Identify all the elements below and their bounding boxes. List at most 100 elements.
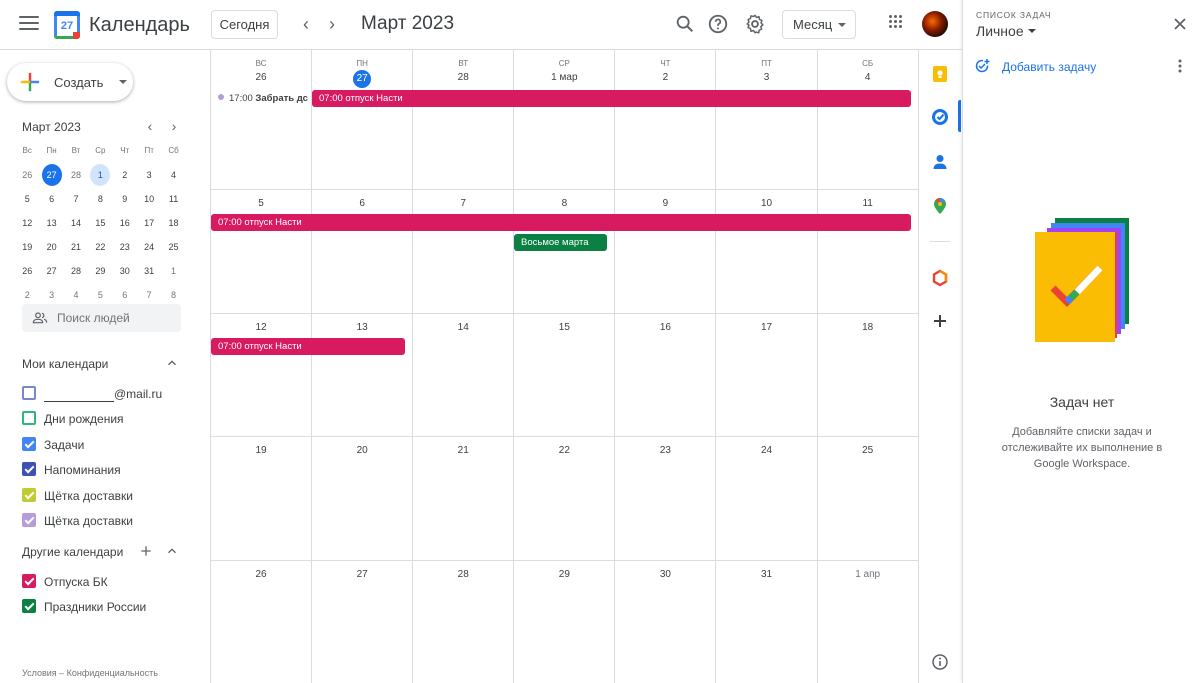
day-cell[interactable]: 1 апр xyxy=(818,561,919,683)
day-cell[interactable]: 23 xyxy=(615,437,717,560)
day-cell[interactable]: 13 xyxy=(312,314,414,436)
mini-day[interactable]: 7 xyxy=(64,188,88,210)
mini-day[interactable]: 26 xyxy=(15,260,39,282)
mini-day[interactable]: 13 xyxy=(39,212,63,234)
account-avatar[interactable] xyxy=(922,11,948,37)
day-cell[interactable]: 20 xyxy=(312,437,414,560)
task-list-selector[interactable]: Личное xyxy=(976,23,1036,39)
mini-day[interactable]: 20 xyxy=(39,236,63,258)
date-number[interactable]: 28 xyxy=(413,72,513,83)
mini-day[interactable]: 19 xyxy=(15,236,39,258)
chevron-up-icon[interactable] xyxy=(165,356,179,370)
mini-day[interactable]: 30 xyxy=(113,260,137,282)
create-button[interactable]: Создать xyxy=(7,63,133,101)
date-number[interactable]: 20 xyxy=(312,445,412,456)
settings-gear-icon[interactable] xyxy=(744,13,766,35)
calendar-checkbox[interactable] xyxy=(22,487,36,502)
date-number[interactable]: 29 xyxy=(514,569,614,580)
mini-day[interactable]: 12 xyxy=(15,212,39,234)
mini-day[interactable]: 22 xyxy=(88,236,112,258)
mini-day[interactable]: 18 xyxy=(161,212,185,234)
day-cell[interactable]: 11 xyxy=(818,190,919,313)
mini-day[interactable]: 15 xyxy=(88,212,112,234)
date-number[interactable]: 28 xyxy=(413,569,513,580)
mini-day[interactable]: 16 xyxy=(113,212,137,234)
date-number[interactable]: 21 xyxy=(413,445,513,456)
day-cell[interactable]: 18 xyxy=(818,314,919,436)
day-cell[interactable]: 5 xyxy=(211,190,313,313)
date-number[interactable]: 23 xyxy=(615,445,715,456)
mini-day[interactable]: 1 xyxy=(90,164,111,186)
main-menu-icon[interactable] xyxy=(18,13,40,35)
day-cell[interactable]: 29 xyxy=(514,561,616,683)
day-cell[interactable]: 22 xyxy=(514,437,616,560)
day-cell[interactable]: ПН 27 xyxy=(312,50,414,189)
keep-icon[interactable] xyxy=(930,64,950,84)
date-number[interactable]: 11 xyxy=(818,198,918,209)
day-cell[interactable]: 25 xyxy=(818,437,919,560)
date-number[interactable]: 3 xyxy=(717,72,817,83)
mini-day[interactable]: 7 xyxy=(137,284,161,306)
mini-day[interactable]: 4 xyxy=(64,284,88,306)
date-number[interactable]: 15 xyxy=(514,322,614,333)
date-number[interactable]: 6 xyxy=(312,198,412,209)
mini-day[interactable]: 1 xyxy=(161,260,185,282)
mini-day[interactable]: 28 xyxy=(64,164,88,186)
date-number[interactable]: 8 xyxy=(514,198,614,209)
date-number[interactable]: 25 xyxy=(818,445,918,456)
day-cell[interactable]: 31 xyxy=(717,561,818,683)
day-cell[interactable]: 26 xyxy=(211,561,313,683)
mini-day[interactable]: 29 xyxy=(88,260,112,282)
date-number[interactable]: 12 xyxy=(211,322,311,333)
calendar-checkbox[interactable] xyxy=(22,436,36,451)
calendar-checkbox[interactable] xyxy=(22,574,36,588)
date-number[interactable]: 26 xyxy=(211,72,311,83)
date-number[interactable]: 5 xyxy=(211,198,311,209)
close-icon[interactable] xyxy=(1172,16,1188,32)
mini-day[interactable]: 3 xyxy=(137,164,161,186)
day-cell[interactable]: 16 xyxy=(615,314,717,436)
mini-day[interactable]: 24 xyxy=(137,236,161,258)
day-cell[interactable]: СБ 4 xyxy=(818,50,919,189)
vacation-event[interactable]: 07:00 отпуск Насти xyxy=(312,90,911,107)
search-icon[interactable] xyxy=(674,13,696,35)
mini-day[interactable]: 11 xyxy=(161,188,185,210)
date-number[interactable]: 1 апр xyxy=(818,569,918,580)
mini-day[interactable]: 6 xyxy=(39,188,63,210)
day-cell[interactable]: 7 xyxy=(413,190,515,313)
day-cell[interactable]: 12 xyxy=(211,314,313,436)
day-cell[interactable]: 14 xyxy=(413,314,515,436)
day-cell[interactable]: 17 xyxy=(717,314,818,436)
info-icon[interactable] xyxy=(930,652,950,672)
day-cell[interactable]: ВТ 28 xyxy=(413,50,515,189)
date-number[interactable]: 19 xyxy=(211,445,311,456)
office-addon-icon[interactable] xyxy=(930,268,950,288)
mini-day[interactable]: 8 xyxy=(161,284,185,306)
mini-day[interactable]: 4 xyxy=(161,164,185,186)
day-cell[interactable]: 24 xyxy=(717,437,818,560)
mini-day[interactable]: 21 xyxy=(64,236,88,258)
other-calendars-title[interactable]: Другие календари xyxy=(22,545,123,559)
day-cell[interactable]: 10 xyxy=(717,190,818,313)
date-number[interactable]: 31 xyxy=(717,569,817,580)
chevron-up-icon[interactable] xyxy=(165,544,179,558)
date-number[interactable]: 24 xyxy=(717,445,817,456)
mini-day[interactable]: 10 xyxy=(137,188,161,210)
date-number[interactable]: 13 xyxy=(312,322,412,333)
mini-next-month-button[interactable]: › xyxy=(166,118,182,134)
holiday-event[interactable]: Восьмое марта xyxy=(514,234,607,251)
date-number[interactable]: 4 xyxy=(818,72,918,83)
calendar-checkbox[interactable] xyxy=(22,599,36,614)
maps-icon[interactable] xyxy=(930,196,950,216)
day-cell[interactable]: 8 xyxy=(514,190,616,313)
date-number[interactable]: 16 xyxy=(615,322,715,333)
date-number[interactable]: 9 xyxy=(615,198,715,209)
day-cell[interactable]: СР 1 мар xyxy=(514,50,616,189)
date-number[interactable]: 27 xyxy=(312,569,412,580)
mini-day[interactable]: 5 xyxy=(88,284,112,306)
prev-period-button[interactable]: ‹ xyxy=(295,13,317,35)
date-number[interactable]: 1 мар xyxy=(514,72,614,83)
today-date-number[interactable]: 27 xyxy=(312,70,412,88)
date-number[interactable]: 10 xyxy=(717,198,817,209)
google-apps-icon[interactable] xyxy=(889,15,903,29)
